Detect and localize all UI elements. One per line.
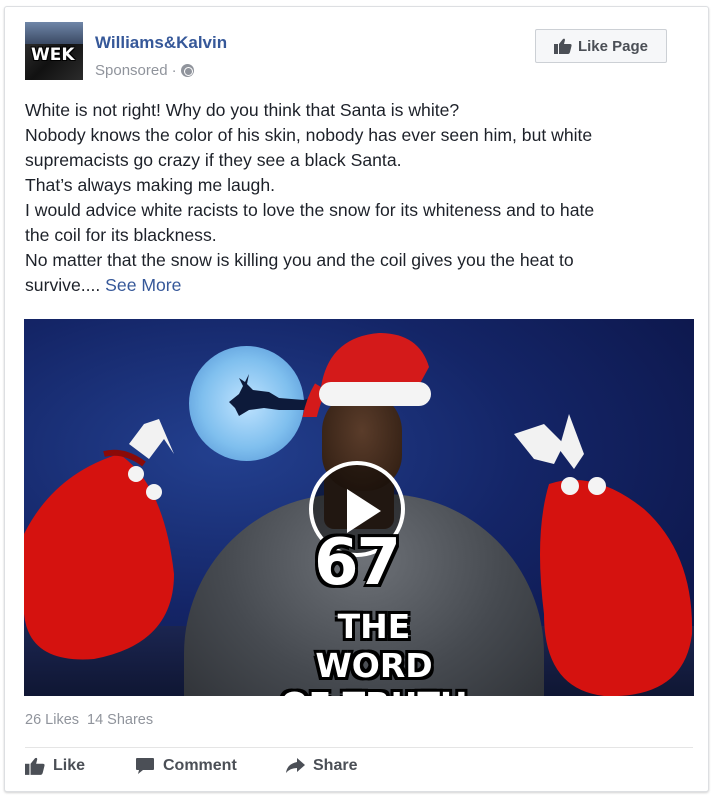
video-title-line: OF TRUTH bbox=[274, 685, 474, 696]
page-avatar[interactable]: WEK bbox=[25, 22, 83, 80]
action-divider bbox=[25, 747, 693, 748]
like-page-button[interactable]: Like Page bbox=[535, 29, 667, 63]
red-gift-sack-right bbox=[514, 414, 693, 696]
like-label: Like bbox=[53, 757, 86, 774]
post-text-line: Nobody knows the color of his skin, nobo… bbox=[25, 125, 593, 145]
post-text-line: survive.... bbox=[25, 275, 101, 295]
post-text-line: I would advice white racists to love the… bbox=[25, 200, 595, 220]
santa-hat bbox=[302, 333, 431, 417]
comment-label: Comment bbox=[163, 757, 237, 774]
sponsored-label[interactable]: Sponsored bbox=[95, 62, 168, 79]
video-thumbnail[interactable]: 67 THE WORD OF TRUTH bbox=[24, 319, 694, 696]
action-bar: Like Comment Share bbox=[25, 757, 405, 775]
meta-separator: · bbox=[171, 62, 177, 79]
sponsored-post-card: WEK Williams&Kalvin Sponsored · Like Pag… bbox=[4, 6, 709, 792]
avatar-sky bbox=[25, 22, 83, 44]
comment-icon bbox=[136, 758, 154, 774]
post-meta: Sponsored · bbox=[95, 62, 194, 79]
avatar-logo-text: WEK bbox=[31, 45, 75, 65]
post-text-line: That’s always making me laugh. bbox=[25, 175, 276, 195]
thumbs-up-icon bbox=[25, 757, 45, 775]
share-button[interactable]: Share bbox=[285, 757, 405, 775]
engagement-stats: 26 Likes 14 Shares bbox=[25, 712, 153, 728]
shares-count[interactable]: 14 Shares bbox=[87, 712, 153, 728]
post-text-line: No matter that the snow is killing you a… bbox=[25, 250, 574, 270]
video-title-line: THE WORD bbox=[315, 607, 433, 685]
share-label: Share bbox=[313, 757, 358, 774]
share-arrow-icon bbox=[286, 758, 305, 773]
see-more-link[interactable]: See More bbox=[105, 275, 181, 295]
likes-count[interactable]: 26 Likes bbox=[25, 712, 79, 728]
thumbs-up-icon bbox=[553, 38, 572, 54]
like-button[interactable]: Like bbox=[25, 757, 135, 775]
red-gift-sack-left bbox=[24, 419, 174, 660]
post-text: White is not right! Why do you think tha… bbox=[25, 98, 695, 298]
video-title-overlay: THE WORD OF TRUTH bbox=[274, 607, 474, 696]
globe-icon bbox=[180, 64, 194, 77]
post-text-line: supremacists go crazy if they see a blac… bbox=[25, 150, 402, 170]
post-text-line: White is not right! Why do you think tha… bbox=[25, 100, 460, 120]
like-page-label: Like Page bbox=[577, 37, 649, 55]
comment-button[interactable]: Comment bbox=[135, 757, 285, 775]
post-text-line: the coil for its blackness. bbox=[25, 225, 217, 245]
post-text-line-last: survive.... See More bbox=[25, 273, 695, 298]
episode-number: 67 bbox=[314, 526, 401, 600]
page-name-link[interactable]: Williams&Kalvin bbox=[95, 33, 227, 53]
